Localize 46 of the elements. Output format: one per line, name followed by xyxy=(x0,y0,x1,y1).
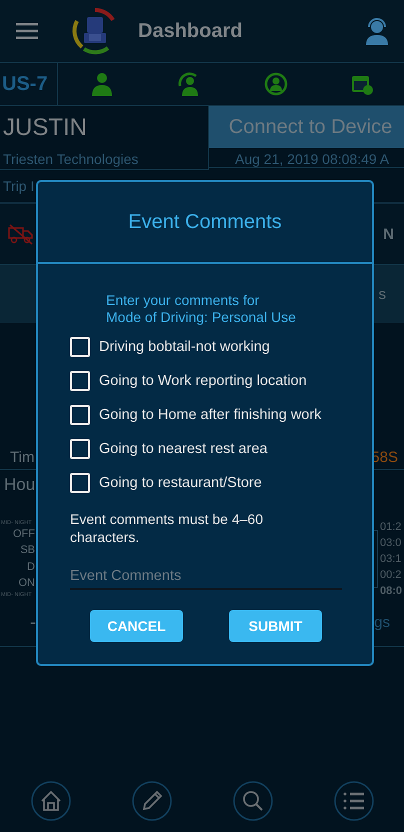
timer-label: Tim xyxy=(10,448,34,466)
status-total: 01:2 xyxy=(380,520,402,534)
status-axis-label: SB xyxy=(20,543,35,558)
search-icon[interactable] xyxy=(232,781,272,821)
option-label[interactable]: Going to Home after finishing work xyxy=(99,407,322,423)
checkbox[interactable] xyxy=(70,337,90,357)
checkbox[interactable] xyxy=(70,473,90,493)
headset-person-icon[interactable] xyxy=(364,17,390,45)
menu-icon[interactable] xyxy=(16,23,38,39)
driver-name: JUSTIN xyxy=(3,114,88,142)
logs-link[interactable]: gs xyxy=(374,614,390,630)
checkbox[interactable] xyxy=(70,439,90,459)
connect-device-button[interactable]: Connect to Device xyxy=(209,106,404,148)
checkbox[interactable] xyxy=(70,405,90,425)
truck-crossed-icon xyxy=(8,223,34,245)
company-name: Triesten Technologies xyxy=(3,151,140,169)
option-label[interactable]: Going to restaurant/Store xyxy=(99,475,262,491)
status-total: 00:2 xyxy=(380,568,402,582)
checkbox[interactable] xyxy=(70,371,90,391)
ruleset-label[interactable]: US-7 xyxy=(0,63,58,105)
status-axis-label: D xyxy=(27,560,35,575)
dialog-title: Event Comments xyxy=(38,182,372,264)
dialog-prompt: Enter your comments for Mode of Driving: Personal Use xyxy=(105,292,297,326)
date-time: Aug 21, 2019 08:08:49 A xyxy=(209,148,404,168)
grand-total: 08:0 xyxy=(380,584,404,598)
status-total: 03:1 xyxy=(380,552,402,566)
status-total: 03:0 xyxy=(380,536,402,550)
length-hint: Event comments must be 4–60 characters. xyxy=(70,510,264,546)
tab-label[interactable]: s xyxy=(378,286,386,302)
home-icon[interactable] xyxy=(30,781,70,821)
trip-label: Trip I xyxy=(2,178,34,194)
status-text: N xyxy=(383,226,394,242)
driver-exchange-icon[interactable] xyxy=(262,72,288,96)
pencil-icon[interactable] xyxy=(132,781,172,821)
dash-text: - xyxy=(30,612,36,632)
option-label[interactable]: Driving bobtail-not working xyxy=(99,339,270,355)
submit-button[interactable]: SUBMIT xyxy=(229,610,322,642)
option-label[interactable]: Going to nearest rest area xyxy=(99,441,268,457)
screen-title: Dashboard xyxy=(138,20,244,42)
hours-label: Hou xyxy=(4,475,36,495)
status-axis-label: ON xyxy=(18,576,35,591)
status-axis-label: OFF xyxy=(13,527,35,542)
comments-input-field[interactable]: Event Comments xyxy=(70,564,342,590)
list-icon[interactable] xyxy=(334,781,374,821)
cancel-button[interactable]: CANCEL xyxy=(90,610,183,642)
option-label[interactable]: Going to Work reporting location xyxy=(99,373,307,389)
